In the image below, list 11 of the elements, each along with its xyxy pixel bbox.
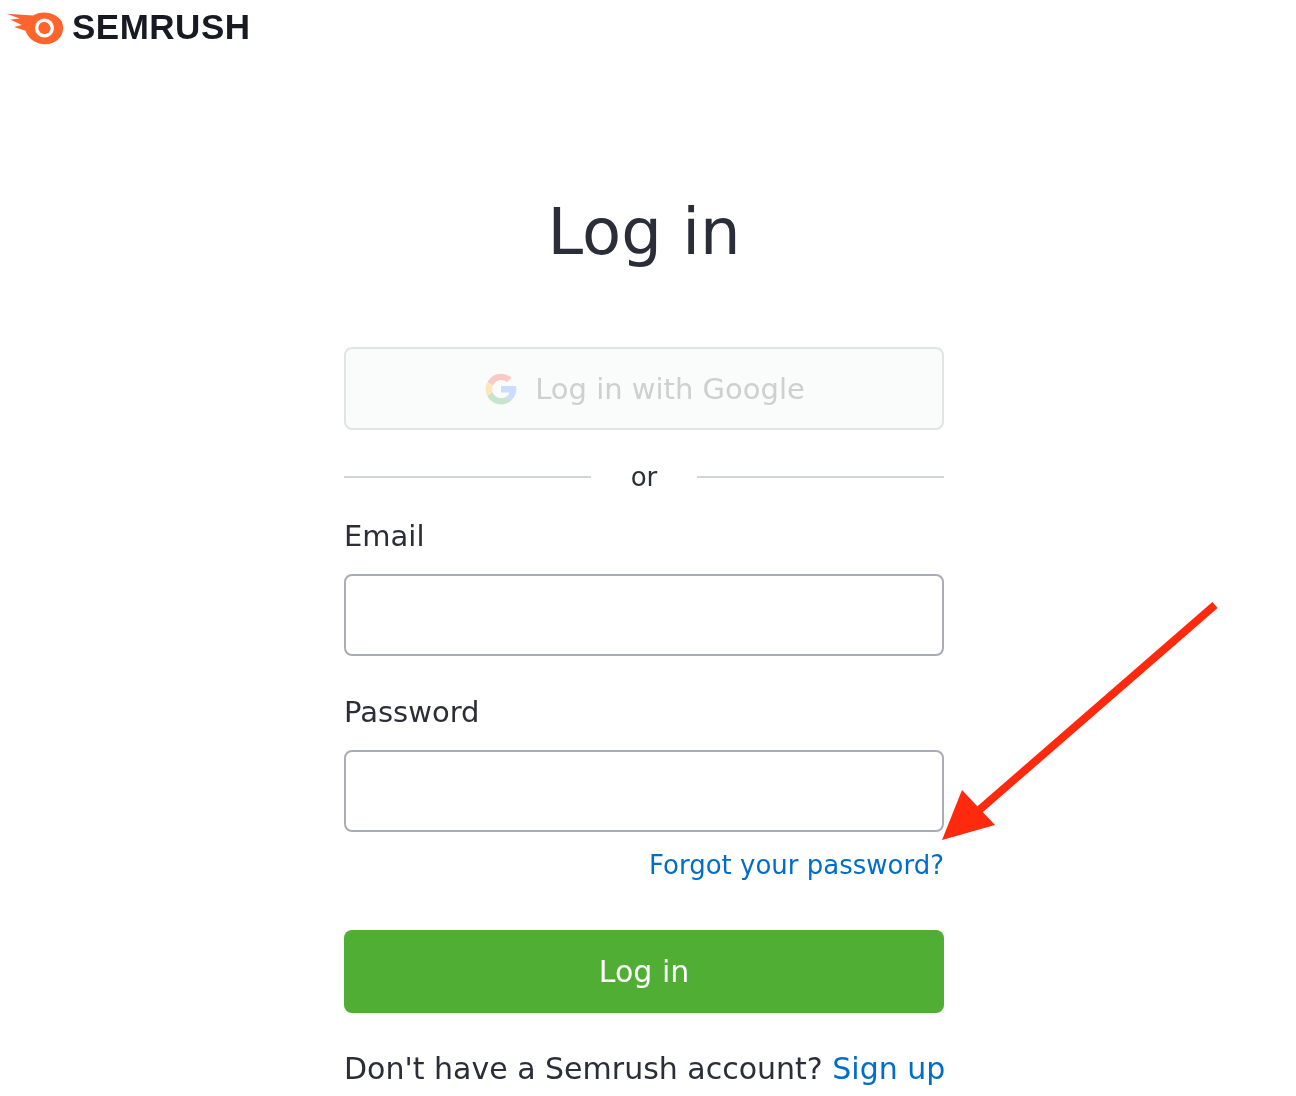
- input-field[interactable]: [344, 574, 944, 656]
- field-label: Password: [344, 694, 481, 731]
- page-title: Log in: [546, 194, 742, 271]
- signup-prompt: Don't have a Semrush account? Sign up: [344, 1051, 944, 1086]
- login-button[interactable]: Log in: [344, 930, 944, 1013]
- field-label: Email: [344, 518, 426, 555]
- signup-link[interactable]: Sign up: [832, 1051, 946, 1086]
- forgot-password-link[interactable]: Forgot your password?: [649, 850, 944, 880]
- divider-text: or: [630, 462, 658, 492]
- input-field[interactable]: [344, 750, 944, 832]
- logo-wordmark[interactable]: SEMRUSH: [72, 7, 251, 47]
